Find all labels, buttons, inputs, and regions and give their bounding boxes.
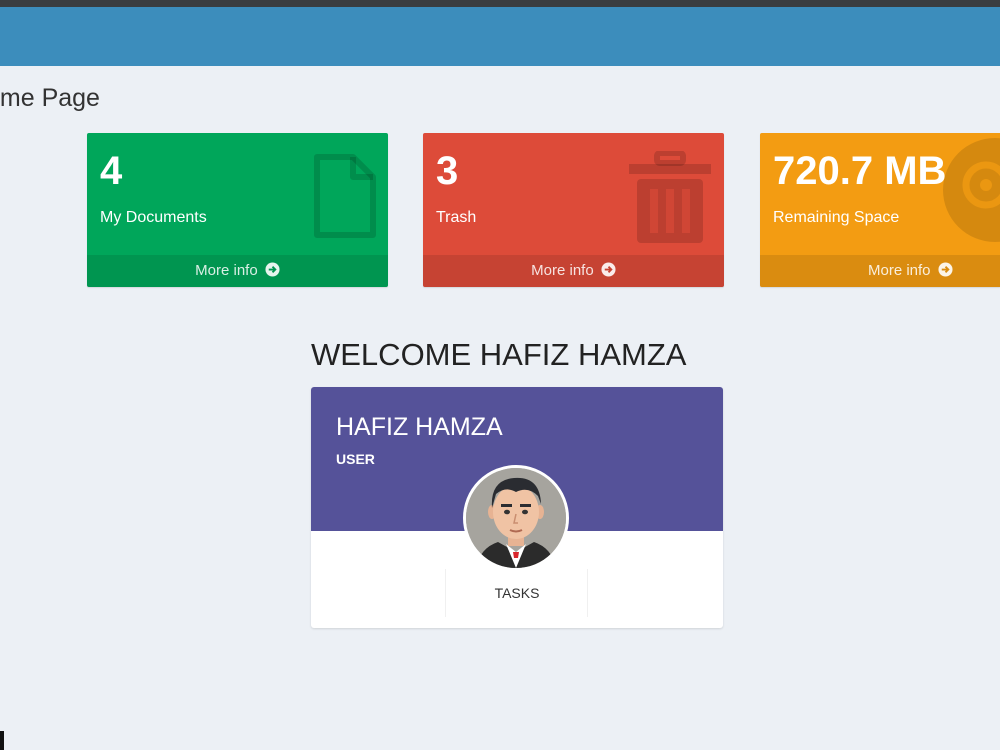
documents-more-info-link[interactable]: More info [87,255,388,287]
arrow-circle-right-icon [265,257,280,287]
trash-label: Trash [436,209,477,226]
profile-card: HAFIZ HAMZA USER TASKS [311,387,723,628]
trash-count: 3 [436,149,459,193]
welcome-heading: WELCOME HAFIZ HAMZA [311,337,687,372]
space-value: 720.7 MB [773,149,947,193]
trash-more-info-link[interactable]: More info [423,255,724,287]
arrow-circle-right-icon [938,257,953,287]
file-icon [313,153,377,244]
documents-label: My Documents [100,209,207,226]
avatar [463,465,569,571]
space-more-info-link[interactable]: More info [760,255,1000,287]
trash-icon [627,150,713,250]
top-navbar [0,7,1000,66]
more-info-label: More info [195,262,258,279]
trash-box: 3 Trash More info [423,133,724,287]
corner-mark [0,731,4,750]
more-info-label: More info [868,262,931,279]
profile-name: HAFIZ HAMZA [336,413,503,441]
arrow-circle-right-icon [601,257,616,287]
profile-role: USER [336,451,375,467]
more-info-label: More info [531,262,594,279]
page-title: ome Page [0,84,100,112]
my-documents-box: 4 My Documents More info [87,133,388,287]
documents-count: 4 [100,149,123,193]
window-top-bar [0,0,1000,7]
remaining-space-box: 720.7 MB Remaining Space More info [760,133,1000,287]
disc-icon [940,135,1000,250]
space-label: Remaining Space [773,209,900,226]
tasks-label[interactable]: TASKS [311,585,723,601]
